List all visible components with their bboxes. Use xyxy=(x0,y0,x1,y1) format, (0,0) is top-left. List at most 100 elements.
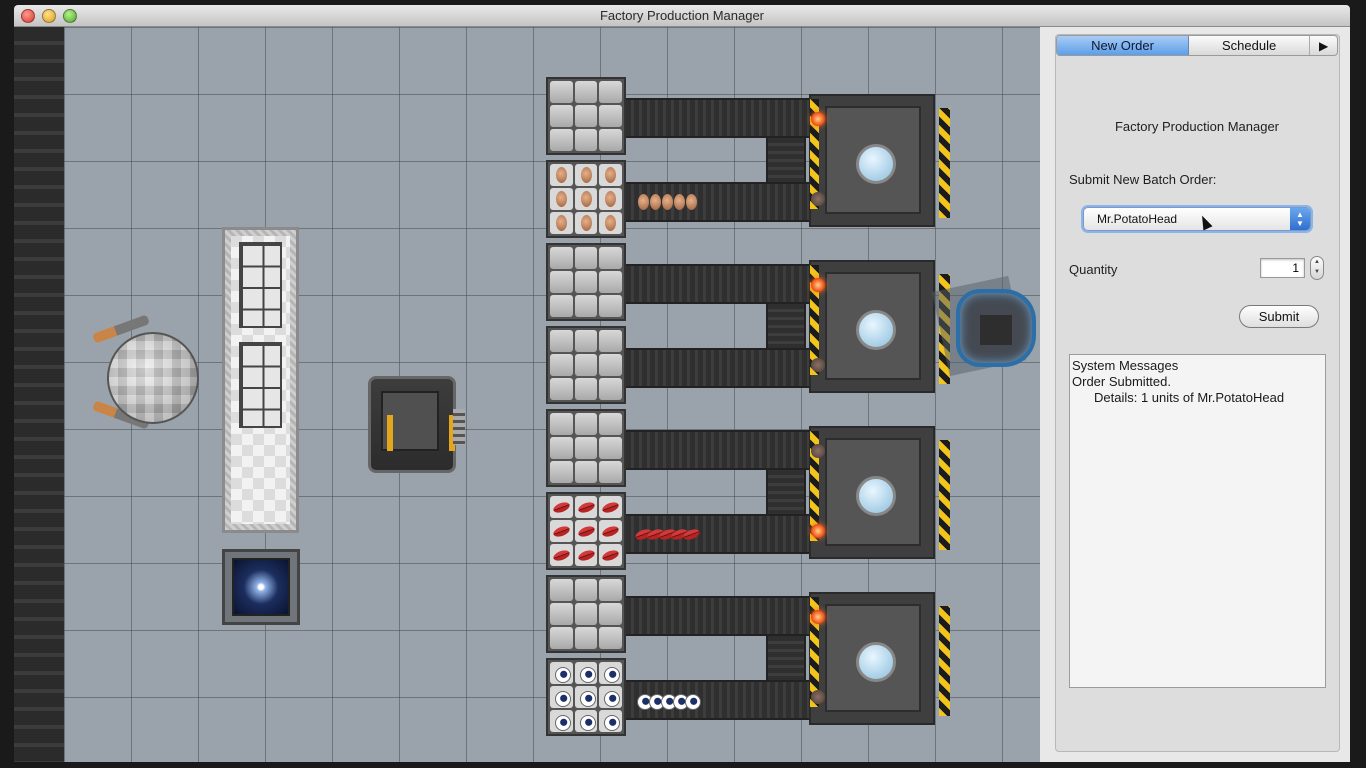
tab-new-order[interactable]: New Order xyxy=(1057,36,1190,55)
kit-tray-icon xyxy=(239,242,282,328)
kit-exit-portal-icon xyxy=(222,549,300,625)
kit-robot-icon xyxy=(107,332,199,424)
app-window: Factory Production Manager New Order Sch… xyxy=(0,0,1366,768)
bin-slot xyxy=(574,413,598,435)
bin-slot xyxy=(550,81,573,103)
bin-slot xyxy=(550,105,573,127)
bin-slot xyxy=(599,354,622,376)
gantry-robot-icon xyxy=(368,376,465,473)
conveyor-belt xyxy=(626,264,810,304)
bin-slot xyxy=(574,627,598,649)
message-line: Order Submitted. xyxy=(1072,374,1171,389)
bin-slot xyxy=(550,579,573,601)
ears-part-icon xyxy=(574,212,598,234)
kit-tray-icon xyxy=(239,342,282,428)
eyes-part-icon xyxy=(599,662,622,684)
bin-slot xyxy=(599,129,622,151)
bin-slot xyxy=(574,271,598,293)
status-lamp-icon xyxy=(811,192,825,206)
status-lamp-icon xyxy=(811,610,825,624)
hazard-stripe xyxy=(939,606,950,716)
assembly-station xyxy=(809,592,935,725)
bin-slot xyxy=(574,437,598,459)
bin-slot xyxy=(599,378,622,400)
eyes-part-icon xyxy=(550,710,573,732)
parts-bin-empty xyxy=(546,575,626,653)
system-messages-box[interactable]: System Messages Order Submitted. Details… xyxy=(1069,354,1326,688)
bin-slot xyxy=(574,105,598,127)
assembly-station xyxy=(809,426,935,559)
eyes-part-icon xyxy=(574,710,598,732)
bin-slot xyxy=(550,627,573,649)
conveyor-belt xyxy=(626,596,810,636)
bin-slot xyxy=(550,247,573,269)
bin-slot xyxy=(599,330,622,352)
bin-slot xyxy=(599,295,622,317)
status-lamp-icon xyxy=(811,278,825,292)
station-window-icon xyxy=(856,144,896,184)
status-lamp-icon xyxy=(811,358,825,372)
messages-title: System Messages xyxy=(1072,358,1179,373)
kit-stand-icon xyxy=(222,227,299,533)
bin-slot xyxy=(599,271,622,293)
panel-heading: Factory Production Manager xyxy=(1114,119,1280,134)
bin-slot xyxy=(599,437,622,459)
batch-order-label: Submit New Batch Order: xyxy=(1069,172,1217,187)
bin-slot xyxy=(574,247,598,269)
parts-bin-empty xyxy=(546,326,626,404)
ears-part-icon xyxy=(599,188,622,210)
quantity-stepper[interactable]: ▲ ▼ xyxy=(1310,256,1324,280)
bin-slot xyxy=(599,413,622,435)
bin-slot xyxy=(550,354,573,376)
lips-part-icon xyxy=(574,520,598,542)
status-lamp-icon xyxy=(811,524,825,538)
bin-slot xyxy=(599,81,622,103)
bin-slot xyxy=(550,437,573,459)
conveyor-belt xyxy=(766,304,806,350)
product-select-value: Mr.PotatoHead xyxy=(1097,212,1178,226)
bin-slot xyxy=(550,461,573,483)
quantity-field[interactable]: 1 xyxy=(1260,258,1305,278)
bin-slot xyxy=(574,295,598,317)
more-tabs-arrow-icon[interactable]: ▶ xyxy=(1310,36,1337,55)
conveyor-belt xyxy=(626,348,810,388)
eyes-part-icon xyxy=(680,689,702,711)
bin-slot xyxy=(574,461,598,483)
eyes-part-icon xyxy=(599,710,622,732)
lips-part-icon xyxy=(550,496,573,518)
assembly-robot-icon xyxy=(931,273,1040,379)
ears-part-icon xyxy=(574,164,598,186)
lips-part-icon xyxy=(550,544,573,566)
tab-bar: New Order Schedule ▶ xyxy=(1056,35,1338,56)
conveyor-belt xyxy=(626,98,810,138)
ears-part-icon xyxy=(550,212,573,234)
bin-slot xyxy=(574,603,598,625)
bin-slot xyxy=(550,271,573,293)
bin-slot xyxy=(550,603,573,625)
bin-slot xyxy=(574,579,598,601)
bin-slot xyxy=(550,129,573,151)
parts-bin-eyes xyxy=(546,658,626,736)
hazard-stripe xyxy=(939,440,950,550)
lips-part-icon xyxy=(550,520,573,542)
parts-bin-empty xyxy=(546,243,626,321)
submit-button[interactable]: Submit xyxy=(1239,305,1319,328)
ears-part-icon xyxy=(599,212,622,234)
tab-schedule[interactable]: Schedule xyxy=(1189,36,1311,55)
parts-bin-empty xyxy=(546,77,626,155)
hazard-stripe xyxy=(939,108,950,218)
bin-slot xyxy=(574,330,598,352)
parts-bin-empty xyxy=(546,409,626,487)
bin-slot xyxy=(599,247,622,269)
title-bar: Factory Production Manager xyxy=(14,5,1350,27)
product-select[interactable]: Mr.PotatoHead ▲ ▼ xyxy=(1083,207,1311,231)
conveyor-belt xyxy=(626,430,810,470)
eyes-part-icon xyxy=(574,686,598,708)
station-window-icon xyxy=(856,476,896,516)
lips-part-icon xyxy=(599,520,622,542)
bin-slot xyxy=(599,579,622,601)
lips-part-icon xyxy=(680,523,702,545)
window-title: Factory Production Manager xyxy=(599,8,765,23)
ears-part-icon xyxy=(550,188,573,210)
parts-bin-ears xyxy=(546,160,626,238)
